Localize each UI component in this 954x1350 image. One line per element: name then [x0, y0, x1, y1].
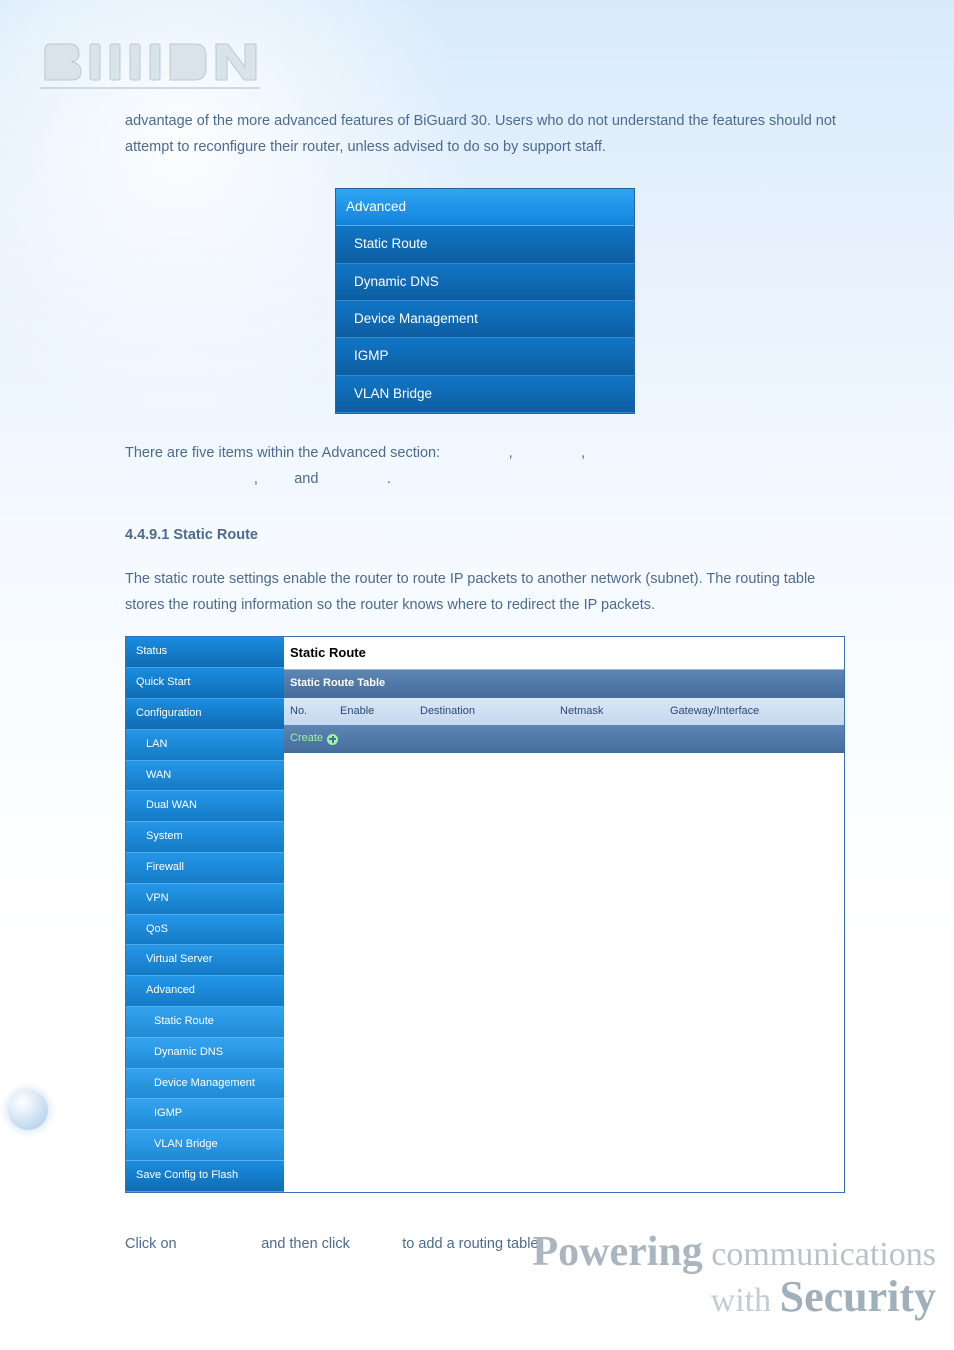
sidebar-item-device-management[interactable]: Device Management: [126, 1069, 284, 1100]
closing-p3: to add a routing table.: [402, 1236, 542, 1252]
sidebar-item-dual-wan[interactable]: Dual WAN: [126, 791, 284, 822]
sidebar-item-lan[interactable]: LAN: [126, 730, 284, 761]
col-gateway: Gateway/Interface: [664, 698, 844, 726]
menu-item-dynamic-dns: Dynamic DNS: [336, 264, 634, 301]
items-sentence-prefix: There are five items within the Advanced…: [125, 445, 440, 461]
footer-communications: communications: [711, 1236, 936, 1273]
col-destination: Destination: [414, 698, 554, 726]
sidebar-item-vlan-bridge[interactable]: VLAN Bridge: [126, 1130, 284, 1161]
sidebar-item-quick-start[interactable]: Quick Start: [126, 668, 284, 699]
static-route-paragraph: The static route settings enable the rou…: [125, 566, 845, 618]
footer-with: with: [711, 1282, 771, 1319]
col-enable: Enable: [334, 698, 414, 726]
sidebar-item-static-route[interactable]: Static Route: [126, 1007, 284, 1038]
menu-header: Advanced: [336, 189, 634, 226]
empty-table-area: [284, 753, 844, 993]
sidebar-item-advanced[interactable]: Advanced: [126, 976, 284, 1007]
items-connector: and: [294, 471, 318, 487]
panel-subtitle: Static Route Table: [284, 670, 844, 698]
section-heading-static-route: 4.4.9.1 Static Route: [125, 522, 845, 548]
brand-logo: [40, 40, 260, 90]
footer-security: Security: [780, 1272, 936, 1321]
sidebar-item-dynamic-dns[interactable]: Dynamic DNS: [126, 1038, 284, 1069]
table-header-row: No. Enable Destination Netmask Gateway/I…: [284, 698, 844, 726]
sidebar-item-qos[interactable]: QoS: [126, 915, 284, 946]
menu-item-igmp: IGMP: [336, 338, 634, 375]
sidebar-item-status[interactable]: Status: [126, 637, 284, 668]
sidebar-item-virtual-server[interactable]: Virtual Server: [126, 945, 284, 976]
col-netmask: Netmask: [554, 698, 664, 726]
menu-item-device-management: Device Management: [336, 301, 634, 338]
sidebar-item-save-config[interactable]: Save Config to Flash: [126, 1161, 284, 1192]
intro-paragraph: advantage of the more advanced features …: [125, 108, 845, 160]
create-button[interactable]: Create: [284, 725, 844, 753]
sidebar-item-igmp[interactable]: IGMP: [126, 1099, 284, 1130]
main-panel: Static Route Static Route Table No. Enab…: [284, 637, 844, 1191]
sidebar-item-configuration[interactable]: Configuration: [126, 699, 284, 730]
items-sentence: There are five items within the Advanced…: [125, 440, 845, 492]
sidebar-item-firewall[interactable]: Firewall: [126, 853, 284, 884]
sidebar-item-wan[interactable]: WAN: [126, 761, 284, 792]
menu-item-vlan-bridge: VLAN Bridge: [336, 376, 634, 413]
col-no: No.: [284, 698, 334, 726]
closing-p2: and then click: [261, 1236, 350, 1252]
closing-p1: Click on: [125, 1236, 177, 1252]
sphere-decoration: [8, 1090, 48, 1130]
menu-item-static-route: Static Route: [336, 226, 634, 263]
create-label: Create: [290, 729, 323, 749]
sidebar: Status Quick Start Configuration LAN WAN…: [126, 637, 284, 1191]
panel-title: Static Route: [284, 637, 844, 669]
sidebar-item-system[interactable]: System: [126, 822, 284, 853]
plus-icon: [327, 734, 338, 745]
sidebar-item-vpn[interactable]: VPN: [126, 884, 284, 915]
footer-powering: Powering: [532, 1229, 702, 1275]
advanced-menu-screenshot: Advanced Static Route Dynamic DNS Device…: [335, 188, 635, 414]
static-route-app-screenshot: Status Quick Start Configuration LAN WAN…: [125, 636, 845, 1192]
footer-slogan: Powering communications with Security: [532, 1230, 936, 1320]
